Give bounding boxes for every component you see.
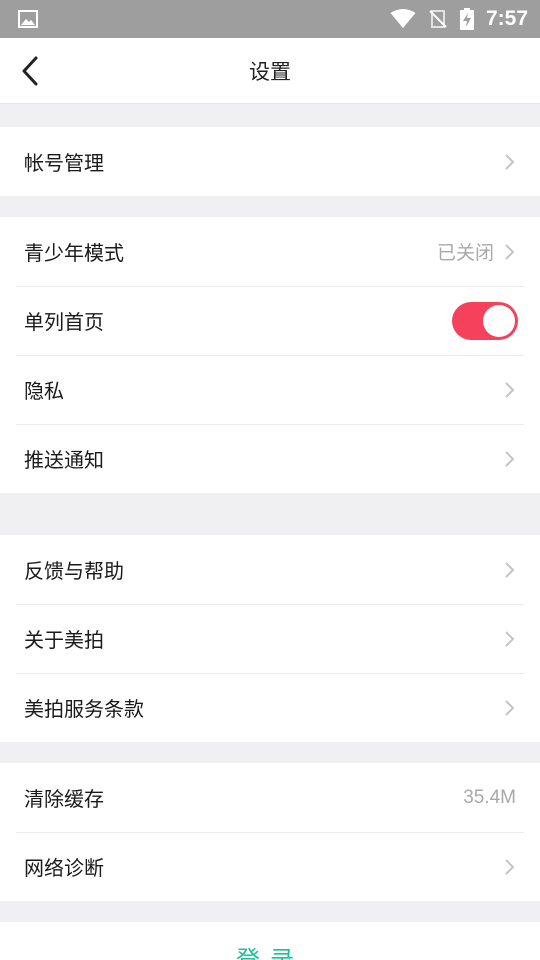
login-label: 登录 xyxy=(236,946,304,960)
setting-about[interactable]: 关于美拍 xyxy=(0,604,540,673)
settings-group-storage: 清除缓存 35.4M 网络诊断 xyxy=(0,763,540,901)
wifi-icon xyxy=(390,9,416,28)
cache-size-value: 35.4M xyxy=(463,786,516,808)
no-signal-icon xyxy=(429,10,447,28)
settings-group-account: 帐号管理 xyxy=(0,127,540,196)
chevron-right-icon xyxy=(505,243,515,260)
status-bar: 7:57 xyxy=(0,0,540,38)
setting-label: 青少年模式 xyxy=(24,241,124,265)
login-button[interactable]: 登录 xyxy=(0,922,540,960)
setting-clear-cache[interactable]: 清除缓存 35.4M xyxy=(0,763,540,832)
setting-label: 反馈与帮助 xyxy=(24,559,124,583)
chevron-right-icon xyxy=(505,699,515,716)
setting-label: 网络诊断 xyxy=(24,856,104,880)
setting-network-diagnosis[interactable]: 网络诊断 xyxy=(0,832,540,901)
toggle-knob xyxy=(483,304,515,337)
chevron-right-icon xyxy=(505,381,515,398)
setting-label: 推送通知 xyxy=(24,448,104,472)
chevron-right-icon xyxy=(505,630,515,647)
setting-privacy[interactable]: 隐私 xyxy=(0,355,540,424)
setting-feedback-help[interactable]: 反馈与帮助 xyxy=(0,535,540,604)
setting-push-notifications[interactable]: 推送通知 xyxy=(0,424,540,493)
setting-label: 帐号管理 xyxy=(24,151,104,175)
settings-group-about: 反馈与帮助 关于美拍 美拍服务条款 xyxy=(0,535,540,742)
top-bar: 设置 xyxy=(0,38,540,104)
setting-terms-of-service[interactable]: 美拍服务条款 xyxy=(0,673,540,742)
chevron-right-icon xyxy=(505,450,515,467)
setting-single-column-home: 单列首页 xyxy=(0,286,540,355)
setting-label: 隐私 xyxy=(24,379,64,403)
battery-charging-icon xyxy=(459,8,474,30)
settings-group-general: 青少年模式 已关闭 单列首页 隐私 推送通知 xyxy=(0,217,540,493)
page-title: 设置 xyxy=(249,59,291,84)
setting-teen-mode[interactable]: 青少年模式 已关闭 xyxy=(0,217,540,286)
setting-label: 关于美拍 xyxy=(24,628,104,652)
status-time: 7:57 xyxy=(485,7,528,30)
setting-label: 单列首页 xyxy=(24,310,104,334)
single-column-toggle[interactable] xyxy=(452,301,518,340)
chevron-right-icon xyxy=(505,858,515,875)
setting-label: 清除缓存 xyxy=(24,787,104,811)
chevron-right-icon xyxy=(505,153,515,170)
setting-value: 已关闭 xyxy=(436,243,494,264)
image-notification-icon xyxy=(18,10,38,28)
chevron-right-icon xyxy=(505,561,515,578)
back-arrow-icon[interactable] xyxy=(18,55,44,87)
setting-account-management[interactable]: 帐号管理 xyxy=(0,127,540,196)
setting-label: 美拍服务条款 xyxy=(24,697,144,721)
